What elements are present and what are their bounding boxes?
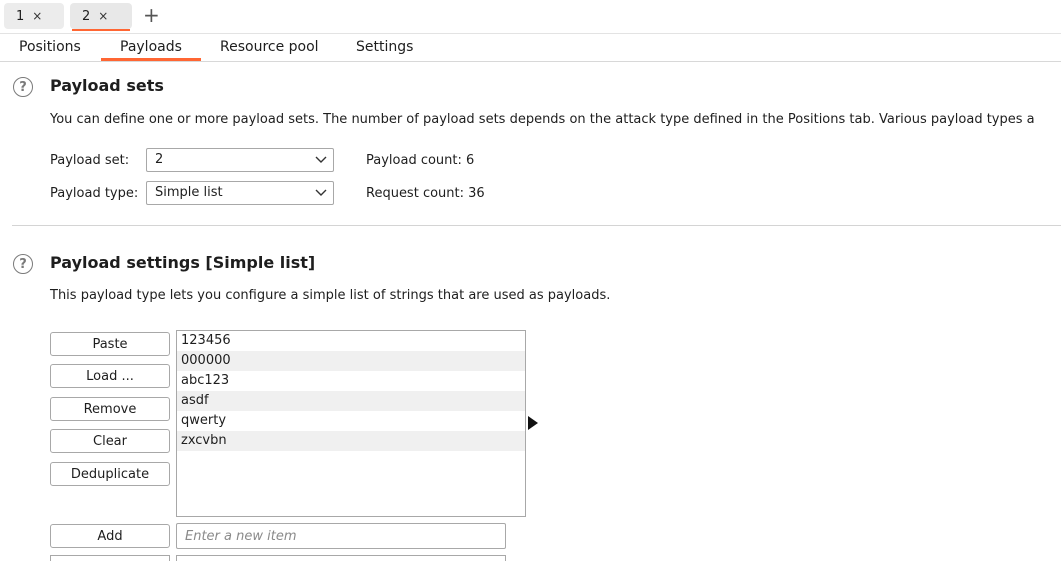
list-item[interactable]: asdf [177, 391, 525, 411]
expand-arrow-icon[interactable] [528, 416, 538, 430]
deduplicate-button[interactable]: Deduplicate [50, 462, 170, 486]
chevron-down-icon [315, 189, 327, 196]
request-count: Request count: 36 [366, 186, 485, 201]
payload-set-label: Payload set: [50, 153, 130, 168]
payload-type-label: Payload type: [50, 186, 139, 201]
request-tab-2[interactable]: 2 × [70, 3, 132, 29]
payload-set-value: 2 [155, 152, 164, 167]
chevron-down-icon [315, 156, 327, 163]
tab-payloads[interactable]: Payloads [120, 39, 182, 55]
request-tab-1[interactable]: 1 × [4, 3, 64, 29]
request-tab-label: 2 [82, 8, 91, 24]
active-tab-indicator [72, 29, 130, 31]
clear-button[interactable]: Clear [50, 429, 170, 453]
active-section-indicator [101, 58, 201, 61]
payload-sets-title: Payload sets [50, 76, 164, 95]
payload-settings-description: This payload type lets you configure a s… [50, 288, 611, 303]
paste-button[interactable]: Paste [50, 332, 170, 356]
close-icon[interactable]: × [32, 9, 42, 23]
payload-type-value: Simple list [155, 185, 223, 200]
section-divider [12, 225, 1061, 226]
list-item[interactable]: abc123 [177, 371, 525, 391]
list-item[interactable]: 000000 [177, 351, 525, 371]
list-item[interactable]: 123456 [177, 331, 525, 351]
partial-field[interactable] [176, 555, 506, 561]
list-item[interactable]: qwerty [177, 411, 525, 431]
payload-set-select[interactable]: 2 [146, 148, 334, 172]
load-button[interactable]: Load ... [50, 364, 170, 388]
request-tab-label: 1 [16, 8, 25, 24]
tab-resource-pool[interactable]: Resource pool [220, 39, 319, 55]
remove-button[interactable]: Remove [50, 397, 170, 421]
list-item[interactable]: zxcvbn [177, 431, 525, 451]
payload-count: Payload count: 6 [366, 153, 475, 168]
tab-positions[interactable]: Positions [19, 39, 81, 55]
tab-settings[interactable]: Settings [356, 39, 413, 55]
request-tab-strip: 1 × 2 × + [0, 0, 1061, 34]
payload-settings-title: Payload settings [Simple list] [50, 253, 316, 272]
payload-sets-description: You can define one or more payload sets.… [50, 112, 1035, 127]
close-icon[interactable]: × [98, 9, 108, 23]
partial-button[interactable] [50, 555, 170, 561]
help-icon[interactable]: ? [13, 77, 33, 97]
payload-list[interactable]: 123456 000000 abc123 asdf qwerty zxcvbn [176, 330, 526, 517]
payload-type-select[interactable]: Simple list [146, 181, 334, 205]
add-button[interactable]: Add [50, 524, 170, 548]
new-item-input[interactable] [176, 523, 506, 549]
help-icon[interactable]: ? [13, 254, 33, 274]
add-tab-icon[interactable]: + [143, 4, 160, 26]
